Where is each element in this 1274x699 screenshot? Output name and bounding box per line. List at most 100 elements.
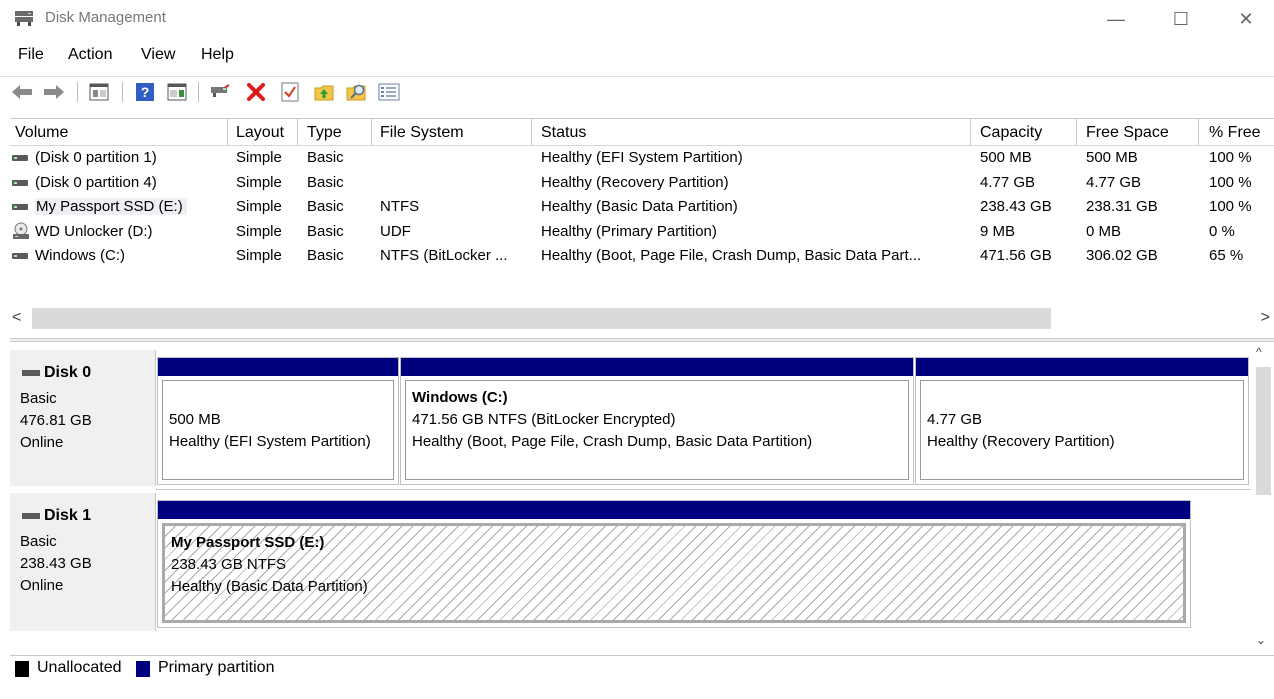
horizontal-scrollbar[interactable]: < > (10, 306, 1274, 332)
volume-status: Healthy (EFI System Partition) (541, 149, 743, 166)
disk-0-label[interactable]: Disk 0 Basic 476.81 GB Online (10, 350, 156, 486)
column-header-volume[interactable]: Volume (15, 124, 68, 142)
disk-state: Online (20, 577, 64, 594)
volume-layout: Simple (236, 174, 282, 191)
column-header-layout[interactable]: Layout (236, 124, 284, 142)
volume-capacity: 471.56 GB (980, 247, 1052, 264)
volume-percent-free: 100 % (1209, 198, 1252, 215)
scroll-down-icon[interactable]: ⌄ (1256, 633, 1266, 647)
column-header-type[interactable]: Type (307, 124, 342, 142)
search-icon (346, 84, 366, 101)
primary-partition-bar (158, 358, 398, 378)
connect-button[interactable] (208, 80, 232, 104)
volume-free-space: 0 MB (1086, 223, 1122, 240)
close-icon: ✕ (1238, 8, 1254, 29)
unallocated-swatch (15, 661, 29, 677)
forward-button[interactable] (42, 80, 66, 104)
primary-partition-swatch (136, 661, 150, 677)
partition-efi[interactable]: 500 MB Healthy (EFI System Partition) (157, 357, 399, 485)
back-button[interactable] (10, 80, 34, 104)
partition-size: 238.43 GB NTFS (171, 556, 287, 573)
volume-status: Healthy (Primary Partition) (541, 223, 717, 240)
volume-row[interactable]: (Disk 0 partition 1) Simple Basic Health… (10, 147, 1274, 171)
up-button[interactable] (312, 80, 336, 104)
volume-percent-free: 100 % (1209, 174, 1252, 191)
help-icon: ? (136, 83, 154, 101)
menu-bar: File Action View Help (0, 43, 1274, 69)
partition-recovery[interactable]: 4.77 GB Healthy (Recovery Partition) (915, 357, 1249, 485)
action-pane-button[interactable] (165, 80, 189, 104)
maximize-button[interactable]: ☐ (1158, 5, 1204, 33)
cd-drive-icon (13, 222, 29, 239)
legend-primary-partition-label: Primary partition (158, 659, 275, 676)
volume-type: Basic (307, 198, 344, 215)
disk-type: Basic (20, 533, 57, 550)
disk-1-label[interactable]: Disk 1 Basic 238.43 GB Online (10, 493, 156, 631)
menu-file[interactable]: File (18, 46, 44, 64)
primary-partition-bar (401, 358, 913, 378)
column-header-capacity[interactable]: Capacity (980, 124, 1042, 142)
volume-file-system: NTFS (380, 198, 420, 215)
partition-windows[interactable]: Windows (C:) 471.56 GB NTFS (BitLocker E… (400, 357, 914, 485)
partition-status: Healthy (Boot, Page File, Crash Dump, Ba… (412, 433, 813, 450)
volume-row[interactable]: (Disk 0 partition 4) Simple Basic Health… (10, 172, 1274, 196)
primary-partition-bar (916, 358, 1248, 378)
properties-button[interactable] (278, 80, 302, 104)
partition-status: Healthy (Recovery Partition) (927, 433, 1115, 450)
delete-button[interactable] (244, 80, 268, 104)
vertical-scroll-thumb[interactable] (1256, 367, 1271, 495)
scroll-right-icon[interactable]: > (1261, 309, 1270, 327)
volume-percent-free: 65 % (1209, 247, 1244, 264)
scroll-left-icon[interactable]: < (12, 309, 21, 327)
connect-icon (211, 84, 230, 97)
details-button[interactable] (377, 80, 401, 104)
drive-icon (12, 204, 28, 210)
volume-row[interactable]: Windows (C:) Simple Basic NTFS (BitLocke… (10, 245, 1274, 269)
horizontal-scroll-thumb[interactable] (32, 308, 1051, 329)
up-icon (314, 85, 334, 101)
column-header-file-system[interactable]: File System (380, 124, 464, 142)
legend-unallocated-label: Unallocated (37, 659, 122, 676)
volume-file-system: NTFS (BitLocker ... (380, 247, 508, 264)
pane-splitter[interactable] (10, 338, 1274, 342)
volume-row[interactable]: My Passport SSD (E:) Simple Basic NTFS H… (10, 196, 1274, 220)
volume-name: (Disk 0 partition 4) (35, 174, 157, 191)
scroll-up-icon[interactable]: ^ (1256, 345, 1262, 359)
disk-state: Online (20, 434, 64, 451)
volume-name: Windows (C:) (35, 247, 126, 264)
volume-list-header: Volume Layout Type File System Status Ca… (10, 119, 1274, 146)
search-button[interactable] (345, 80, 369, 104)
volume-free-space: 4.77 GB (1086, 174, 1142, 191)
volume-layout: Simple (236, 198, 282, 215)
legend: Unallocated Primary partition (10, 655, 1274, 681)
menu-action[interactable]: Action (68, 46, 112, 64)
toolbar: ? (0, 76, 1274, 108)
disk-type: Basic (20, 390, 57, 407)
partition-my-passport[interactable]: My Passport SSD (E:) 238.43 GB NTFS Heal… (157, 500, 1191, 628)
close-button[interactable]: ✕ (1223, 5, 1269, 33)
menu-help[interactable]: Help (201, 46, 234, 64)
partition-title: My Passport SSD (E:) (171, 534, 325, 551)
minimize-button[interactable]: — (1093, 5, 1139, 33)
volume-free-space: 238.31 GB (1086, 198, 1158, 215)
forward-icon (44, 85, 64, 99)
column-header-percent-free[interactable]: % Free (1209, 124, 1261, 142)
volume-percent-free: 100 % (1209, 149, 1252, 166)
disk-size: 238.43 GB (20, 555, 92, 572)
column-header-free-space[interactable]: Free Space (1086, 124, 1169, 142)
menu-view[interactable]: View (141, 46, 175, 64)
volume-type: Basic (307, 223, 344, 240)
volume-name: My Passport SSD (E:) (35, 198, 187, 215)
help-button[interactable]: ? (133, 80, 157, 104)
title-bar: Disk Management — ☐ ✕ (0, 0, 1274, 38)
volume-file-system: UDF (380, 223, 411, 240)
vertical-scrollbar[interactable]: ^ ⌄ (1254, 345, 1274, 655)
volume-percent-free: 0 % (1209, 223, 1235, 240)
column-header-status[interactable]: Status (541, 124, 586, 142)
drive-icon (12, 155, 28, 161)
volume-row[interactable]: WD Unlocker (D:) Simple Basic UDF Health… (10, 221, 1274, 245)
volume-capacity: 9 MB (980, 223, 1016, 240)
volume-capacity: 4.77 GB (980, 174, 1036, 191)
volume-type: Basic (307, 149, 344, 166)
console-tree-button[interactable] (87, 80, 111, 104)
